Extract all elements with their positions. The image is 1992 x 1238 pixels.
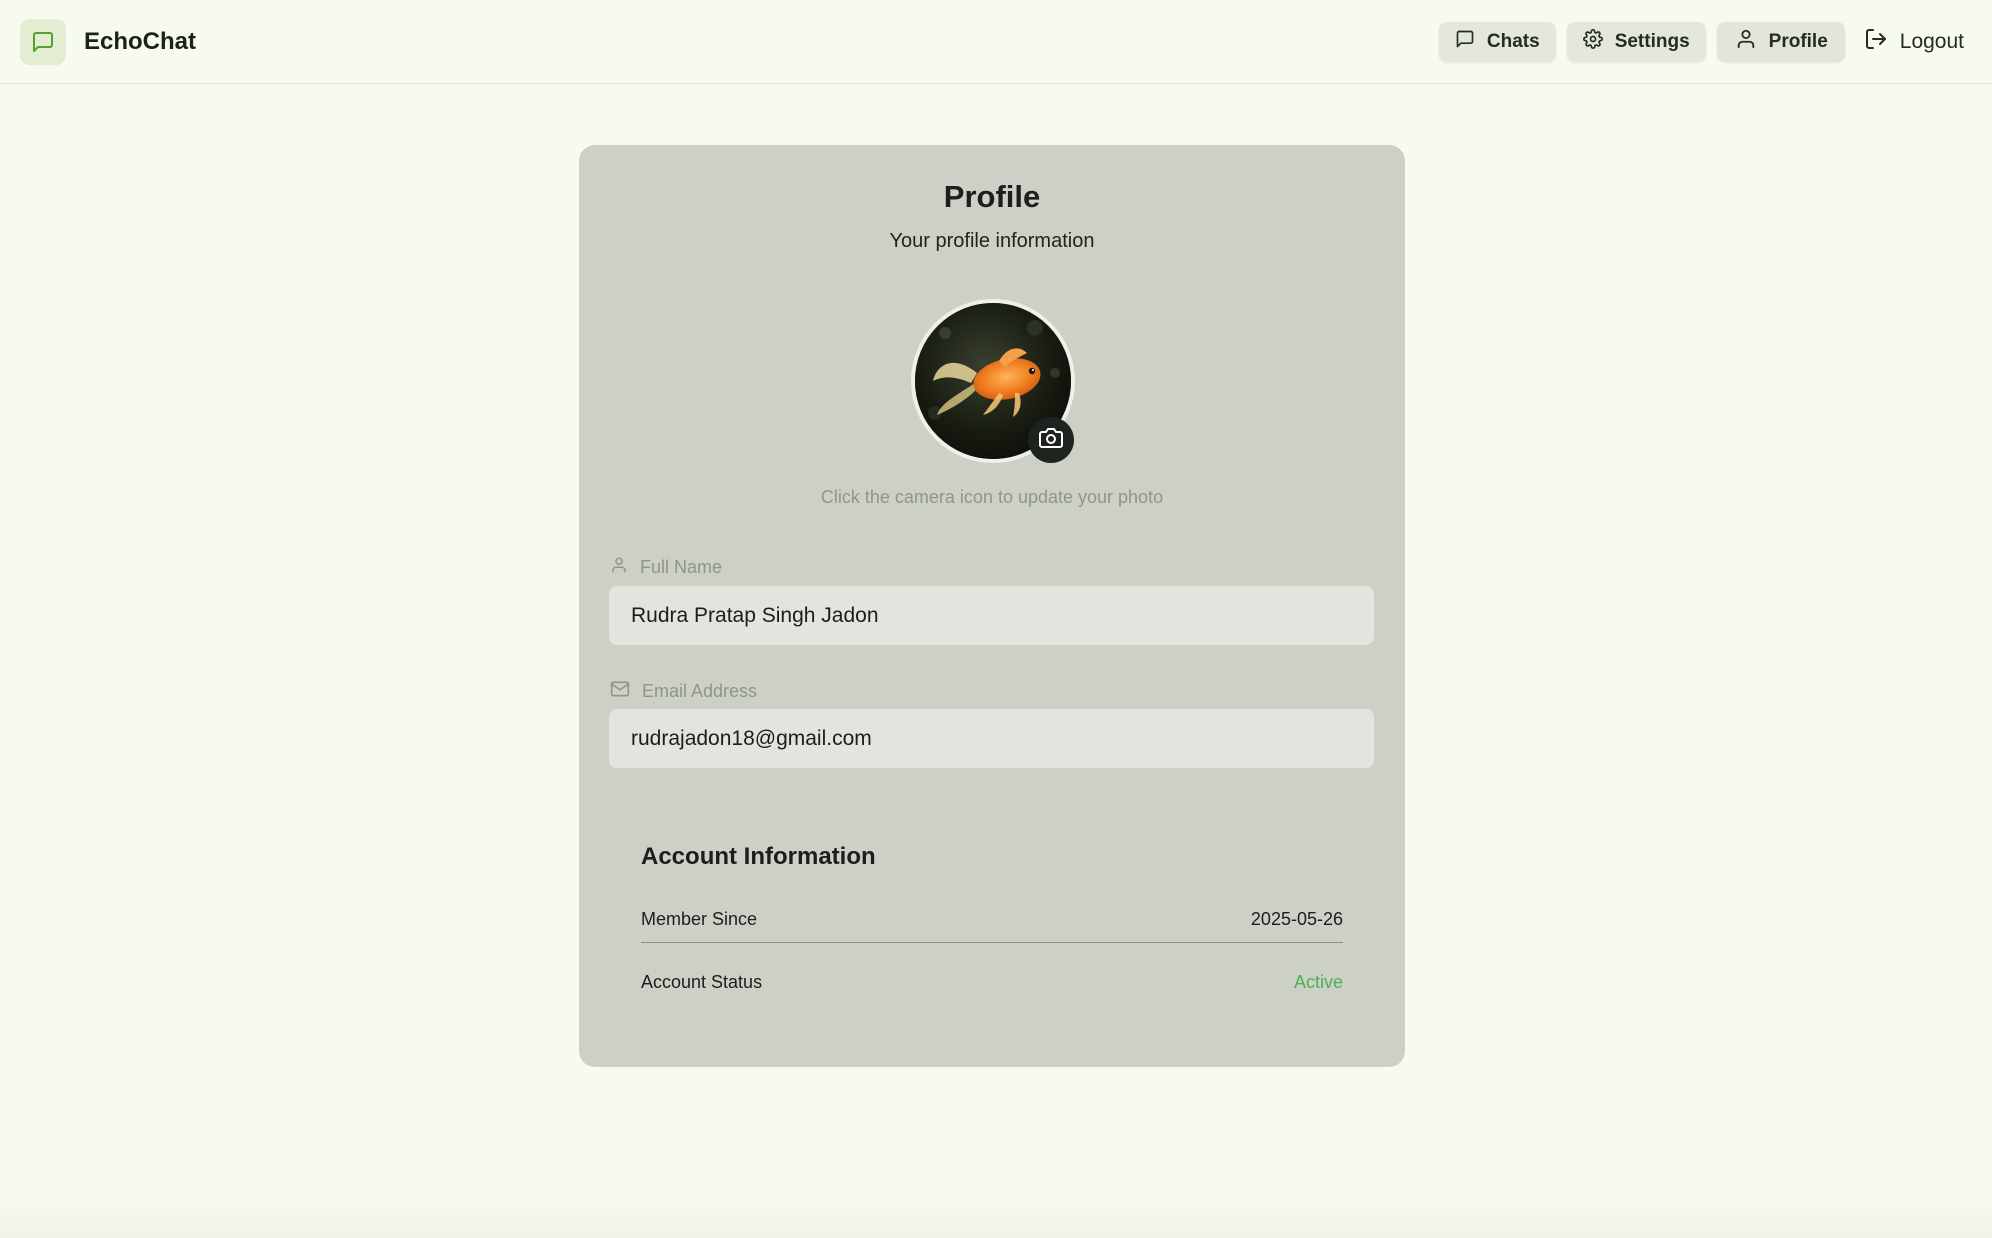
member-since-label: Member Since (641, 909, 758, 929)
camera-icon (1039, 426, 1063, 455)
email-label: Email Address (610, 679, 757, 704)
account-info-title: Account Information (641, 843, 876, 870)
photo-hint-text: Click the camera icon to update your pho… (820, 487, 1164, 507)
email-label-text: Email Address (642, 681, 758, 701)
settings-label: Settings (1614, 30, 1690, 52)
full-name-label: Full Name (610, 556, 722, 579)
nav-menu: Chats Settings Profile Logout (1438, 21, 1972, 62)
user-icon (1735, 28, 1757, 56)
divider (641, 942, 1343, 943)
brand[interactable]: EchoChat (20, 18, 197, 65)
email-field[interactable]: rudrajadon18@gmail.com (609, 709, 1374, 768)
page-subtitle: Your profile information (889, 230, 1095, 252)
gear-icon (1582, 28, 1603, 55)
message-square-logo-icon (20, 18, 66, 65)
profile-label: Profile (1768, 30, 1828, 52)
account-status-row: Account Status Active (641, 972, 1343, 993)
member-since-value: 2025-05-26 (1250, 909, 1343, 929)
account-status-label: Account Status (641, 972, 763, 992)
full-name-value: Rudra Pratap Singh Jadon (631, 603, 879, 627)
app-name: EchoChat (84, 27, 197, 55)
chats-label: Chats (1486, 30, 1540, 52)
page-bottom-fade (0, 1198, 1992, 1238)
logout-button[interactable]: Logout (1856, 22, 1972, 62)
top-navbar: EchoChat Chats Settings Profile Logout (0, 0, 1992, 84)
email-value: rudrajadon18@gmail.com (631, 726, 872, 750)
member-since-row: Member Since 2025-05-26 (641, 909, 1343, 930)
user-icon (610, 556, 628, 579)
message-square-icon (1455, 29, 1475, 55)
status-badge: Active (1293, 972, 1343, 992)
profile-button[interactable]: Profile (1716, 21, 1845, 62)
full-name-label-text: Full Name (640, 557, 723, 577)
settings-button[interactable]: Settings (1566, 21, 1706, 62)
chats-button[interactable]: Chats (1438, 21, 1556, 62)
full-name-field[interactable]: Rudra Pratap Singh Jadon (609, 586, 1374, 645)
logout-icon (1864, 27, 1888, 57)
profile-card: Profile Your profile information Click t… (579, 145, 1405, 1067)
camera-upload-button[interactable] (1028, 417, 1074, 463)
mail-icon (610, 679, 630, 704)
page-title: Profile (943, 179, 1041, 214)
logout-label: Logout (1899, 29, 1964, 53)
